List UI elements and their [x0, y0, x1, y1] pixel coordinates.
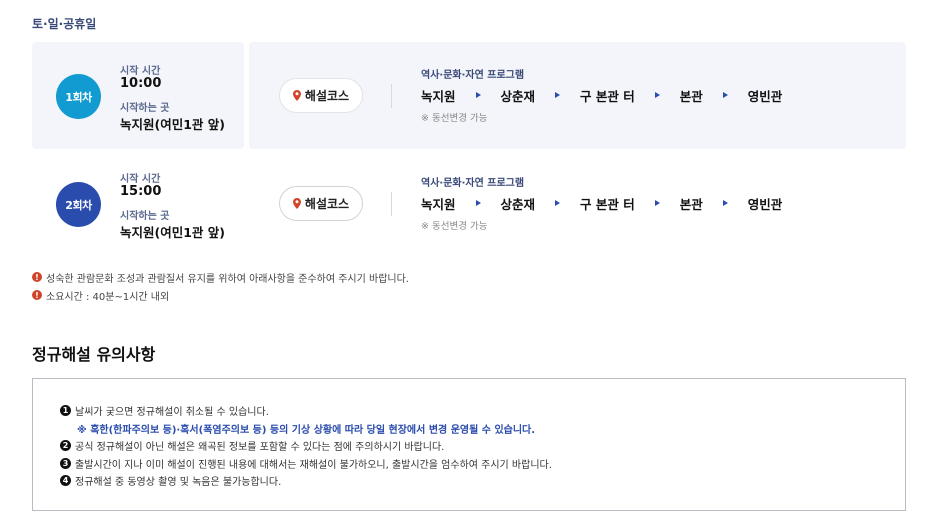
notice-item: ! 소요시간 : 40분~1시간 내외: [32, 286, 409, 304]
rule-item: 1 날씨가 궂으면 정규해설이 취소될 수 있습니다.: [60, 403, 269, 418]
session-row-1: 1회차 시작 시간 10:00 시작하는 곳 녹지원(여민1관 앞) 해설코스 …: [32, 42, 906, 150]
session-row-2: 2회차 시작 시간 15:00 시작하는 곳 녹지원(여민1관 앞) 해설코스 …: [32, 150, 906, 258]
route-stop: 녹지원: [421, 196, 456, 212]
route-stop: 상춘재: [500, 88, 536, 104]
route-stop: 영빈관: [747, 196, 783, 212]
route-stop: 구 본관 터: [580, 88, 635, 104]
program-title: 역사·문화·자연 프로그램: [421, 70, 525, 81]
program-title: 역사·문화·자연 프로그램: [421, 178, 525, 189]
start-time-value: 15:00: [120, 184, 162, 199]
exclamation-circle-icon: !: [32, 272, 42, 282]
session-time-box: 1회차 시작 시간 10:00 시작하는 곳 녹지원(여민1관 앞): [32, 42, 244, 149]
route-stop: 상춘재: [500, 196, 536, 212]
route-stop: 본관: [679, 88, 703, 104]
notice-list: ! 성숙한 관람문화 조성과 관람질서 유지를 위하여 아래사항을 준수하여 주…: [32, 268, 409, 304]
notice-text: 소요시간 : 40분~1시간 내외: [46, 291, 170, 303]
session-course-box: 해설코스 역사·문화·자연 프로그램 녹지원 상춘재 구 본관 터 본관 영빈관…: [249, 42, 906, 149]
start-place-value: 녹지원(여민1관 앞): [120, 225, 225, 240]
round-badge: 2회차: [56, 182, 101, 227]
location-pin-icon: [292, 198, 301, 209]
notice-text: 성숙한 관람문화 조성과 관람질서 유지를 위하여 아래사항을 준수하여 주시기…: [46, 273, 409, 285]
notice-item: ! 성숙한 관람문화 조성과 관람질서 유지를 위하여 아래사항을 준수하여 주…: [32, 268, 409, 286]
triangle-right-icon: [654, 92, 660, 98]
course-button-label: 해설코스: [304, 89, 350, 103]
route: 녹지원 상춘재 구 본관 터 본관 영빈관: [421, 86, 782, 104]
triangle-right-icon: [555, 200, 561, 206]
day-label: 토·일·공휴일: [32, 17, 97, 31]
rule-item: 3 출발시간이 지나 이미 해설이 진행된 내용에 대해서는 재해설이 불가하오…: [60, 456, 552, 471]
route-stop: 영빈관: [747, 88, 783, 104]
start-time-value: 10:00: [120, 76, 162, 91]
route-stop: 구 본관 터: [580, 196, 635, 212]
route-stop: 본관: [679, 196, 703, 212]
start-time-label: 시작 시간: [120, 174, 161, 185]
rule-text: 공식 정규해설이 아닌 해설은 왜곡된 정보를 포함할 수 있다는 점에 주의하…: [75, 442, 445, 453]
number-badge: 2: [60, 440, 71, 451]
location-pin-icon: [292, 90, 301, 101]
divider: [391, 84, 392, 108]
triangle-right-icon: [475, 92, 481, 98]
course-button[interactable]: 해설코스: [279, 78, 363, 113]
divider: [391, 192, 392, 216]
session-time-box: 2회차 시작 시간 15:00 시작하는 곳 녹지원(여민1관 앞): [32, 150, 244, 257]
triangle-right-icon: [722, 92, 728, 98]
section-title: 정규해설 유의사항: [32, 345, 156, 364]
route-note: ※ 동선변경 가능: [421, 113, 488, 124]
exclamation-circle-icon: !: [32, 290, 42, 300]
triangle-right-icon: [555, 92, 561, 98]
rule-text: 출발시간이 지나 이미 해설이 진행된 내용에 대해서는 재해설이 불가하오니,…: [75, 460, 552, 471]
rule-sub-note: ※ 혹한(한파주의보 등)·혹서(폭염주의보 등) 등의 기상 상황에 따라 당…: [77, 425, 536, 436]
session-course-box: 해설코스 역사·문화·자연 프로그램 녹지원 상춘재 구 본관 터 본관 영빈관…: [249, 150, 906, 257]
triangle-right-icon: [654, 200, 660, 206]
round-badge: 1회차: [56, 74, 101, 119]
start-place-label: 시작하는 곳: [120, 103, 170, 114]
route-stop: 녹지원: [421, 88, 456, 104]
start-place-value: 녹지원(여민1관 앞): [120, 117, 225, 132]
course-button-label: 해설코스: [304, 197, 350, 211]
start-time-label: 시작 시간: [120, 66, 161, 77]
triangle-right-icon: [722, 200, 728, 206]
rule-item: 2 공식 정규해설이 아닌 해설은 왜곡된 정보를 포함할 수 있다는 점에 주…: [60, 438, 444, 453]
rule-text: 정규해설 중 동영상 촬영 및 녹음은 불가능합니다.: [75, 477, 282, 488]
rule-item: 4 정규해설 중 동영상 촬영 및 녹음은 불가능합니다.: [60, 473, 281, 488]
start-place-label: 시작하는 곳: [120, 211, 170, 222]
number-badge: 3: [60, 458, 71, 469]
route: 녹지원 상춘재 구 본관 터 본관 영빈관: [421, 194, 782, 212]
rules-box: 1 날씨가 궂으면 정규해설이 취소될 수 있습니다. ※ 혹한(한파주의보 등…: [32, 378, 906, 511]
number-badge: 1: [60, 405, 71, 416]
route-note: ※ 동선변경 가능: [421, 221, 488, 232]
course-button[interactable]: 해설코스: [279, 186, 363, 221]
triangle-right-icon: [475, 200, 481, 206]
rule-text: 날씨가 궂으면 정규해설이 취소될 수 있습니다.: [75, 407, 269, 418]
number-badge: 4: [60, 475, 71, 486]
